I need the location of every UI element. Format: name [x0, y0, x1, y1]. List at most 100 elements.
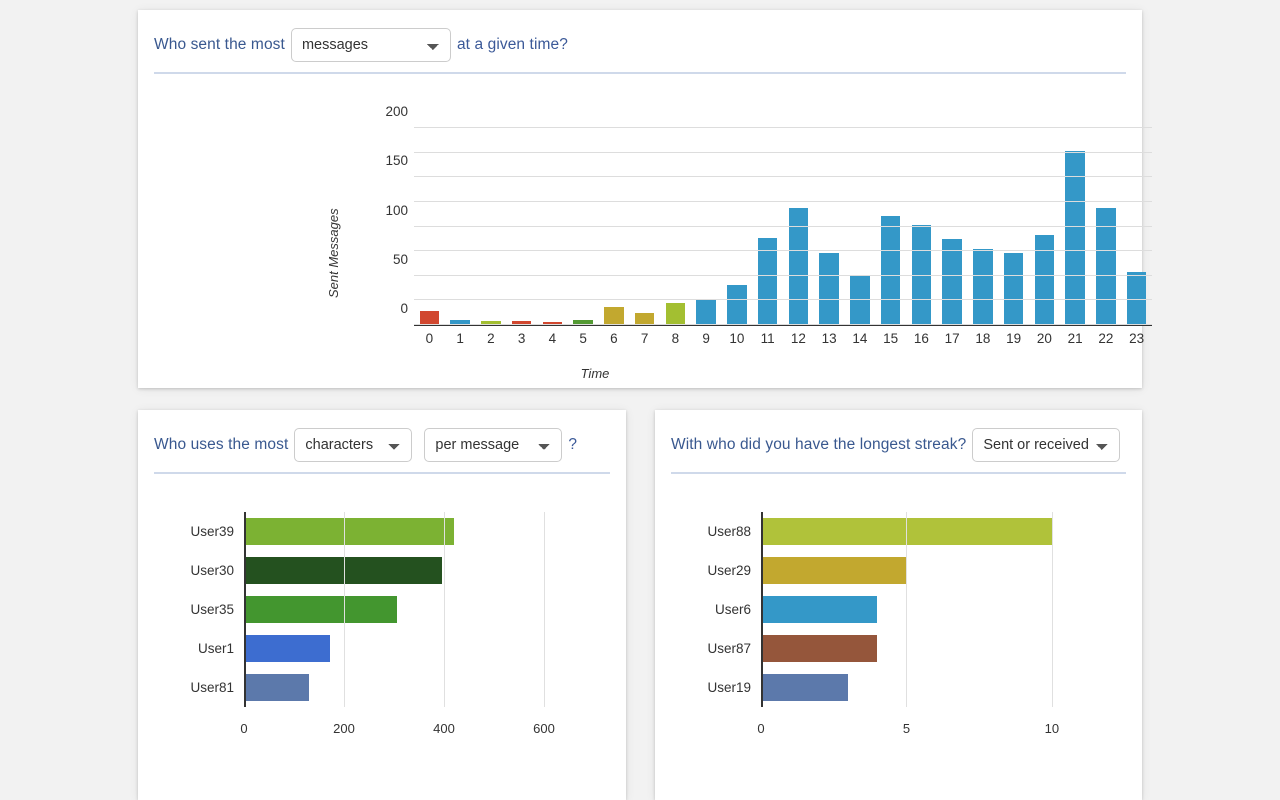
bar[interactable] [973, 249, 993, 325]
bar-column[interactable] [722, 128, 753, 325]
bar-row[interactable]: User88 [655, 512, 1142, 551]
x-axis-tick: 10 [1044, 721, 1060, 736]
x-axis-tick: 12 [790, 331, 806, 346]
bar-column[interactable] [1029, 128, 1060, 325]
bar-column[interactable] [506, 128, 537, 325]
bar[interactable] [604, 307, 624, 325]
bar[interactable] [244, 557, 442, 584]
bar[interactable] [761, 557, 907, 584]
y-axis-line [761, 512, 763, 707]
x-axis-tick: 0 [425, 331, 434, 346]
bar-column[interactable] [998, 128, 1029, 325]
bar-row[interactable]: User30 [138, 551, 626, 590]
x-axis-tick: 400 [433, 721, 455, 736]
bar[interactable] [244, 596, 397, 623]
bar[interactable] [244, 518, 454, 545]
bar-row[interactable]: User1 [138, 629, 626, 668]
bar-row[interactable]: User29 [655, 551, 1142, 590]
gridline [414, 299, 1152, 301]
bar-row[interactable]: User81 [138, 668, 626, 707]
bar-column[interactable] [906, 128, 937, 325]
category-label: User6 [714, 602, 751, 617]
x-axis-tick: 5 [579, 331, 587, 346]
longest-streak-chart: User88 User29 User6 User87 User19 0 5 10 [655, 476, 1142, 798]
bar-column[interactable] [845, 128, 876, 325]
x-axis-tick: 2 [487, 331, 495, 346]
x-axis-tick: 7 [640, 331, 649, 346]
question-suffix-top: at a given time? [456, 36, 568, 53]
bar-column[interactable] [660, 128, 691, 325]
gridline [1051, 512, 1053, 707]
bar-column[interactable] [1121, 128, 1152, 325]
y-axis-tick: 0 [400, 301, 408, 316]
bar[interactable] [757, 238, 778, 325]
category-label: User29 [707, 563, 751, 578]
bar[interactable] [819, 253, 839, 325]
per-select[interactable]: per messageper dayin total [424, 428, 563, 462]
bar-row[interactable]: User87 [655, 629, 1142, 668]
bar-row[interactable]: User39 [138, 512, 626, 551]
gridline [906, 512, 908, 707]
gridline [414, 127, 1152, 128]
x-axis-tick: 600 [533, 721, 555, 736]
y-axis-label: Sent Messages [326, 208, 341, 298]
bar-track [244, 629, 574, 668]
bar-column[interactable] [445, 128, 476, 325]
category-label: User81 [190, 680, 234, 695]
bar[interactable] [419, 311, 440, 325]
x-axis-tick: 8 [671, 331, 680, 346]
x-axis-tick: 4 [548, 331, 557, 346]
category-label: User30 [190, 563, 234, 578]
bar-column[interactable] [414, 128, 445, 325]
x-axis-tick: 16 [913, 331, 929, 346]
bar-column[interactable] [691, 128, 722, 325]
direction-select[interactable]: Sent or receivedSentReceived [972, 428, 1120, 462]
bar[interactable] [880, 215, 901, 325]
bar-track [244, 551, 574, 590]
bar[interactable] [696, 300, 716, 325]
category-label: User88 [707, 524, 751, 539]
bar[interactable] [244, 635, 330, 662]
bar-column[interactable] [814, 128, 845, 325]
x-axis-tick: 0 [757, 721, 765, 736]
bar[interactable] [1034, 235, 1055, 325]
bar-column[interactable] [937, 128, 968, 325]
bar[interactable] [761, 674, 849, 701]
bar-row[interactable]: User35 [138, 590, 626, 629]
x-axis-tick: 15 [883, 331, 899, 346]
bar-row[interactable]: User6 [655, 590, 1142, 629]
bar-column[interactable] [629, 128, 660, 325]
x-axis-tick: 18 [975, 331, 991, 346]
bar[interactable] [850, 275, 870, 325]
bar[interactable] [1003, 253, 1024, 325]
unit-select[interactable]: characterswordsmessages [294, 428, 413, 462]
bar-column[interactable] [968, 128, 999, 325]
bar-track [244, 668, 574, 707]
y-axis-tick: 100 [385, 202, 408, 218]
bar-column[interactable] [568, 128, 599, 325]
bar-column[interactable] [783, 128, 814, 325]
metric-select[interactable]: messagescharacterswords [290, 28, 451, 62]
gridline [414, 176, 1152, 178]
bar-column[interactable] [476, 128, 507, 325]
bar-column[interactable] [875, 128, 906, 325]
x-axis-label-wrap: Time [138, 366, 1142, 381]
bar[interactable] [727, 284, 747, 325]
category-label: User39 [190, 524, 234, 539]
bar-column[interactable] [599, 128, 630, 325]
x-axis-tick: 200 [333, 721, 355, 736]
plot-area: 0 50 100 150 200 [385, 104, 1152, 326]
bar[interactable] [761, 635, 878, 662]
bar-column[interactable] [1060, 128, 1091, 325]
bar-column[interactable] [537, 128, 568, 325]
x-axis-tick: 1 [456, 331, 464, 346]
gridline [414, 274, 1152, 276]
bar-track [761, 629, 1081, 668]
bar[interactable] [761, 596, 878, 623]
bar[interactable] [244, 674, 309, 701]
bar[interactable] [665, 303, 686, 325]
bar-column[interactable] [752, 128, 783, 325]
bar-row[interactable]: User19 [655, 668, 1142, 707]
bar-column[interactable] [1091, 128, 1122, 325]
bar[interactable] [942, 239, 962, 325]
